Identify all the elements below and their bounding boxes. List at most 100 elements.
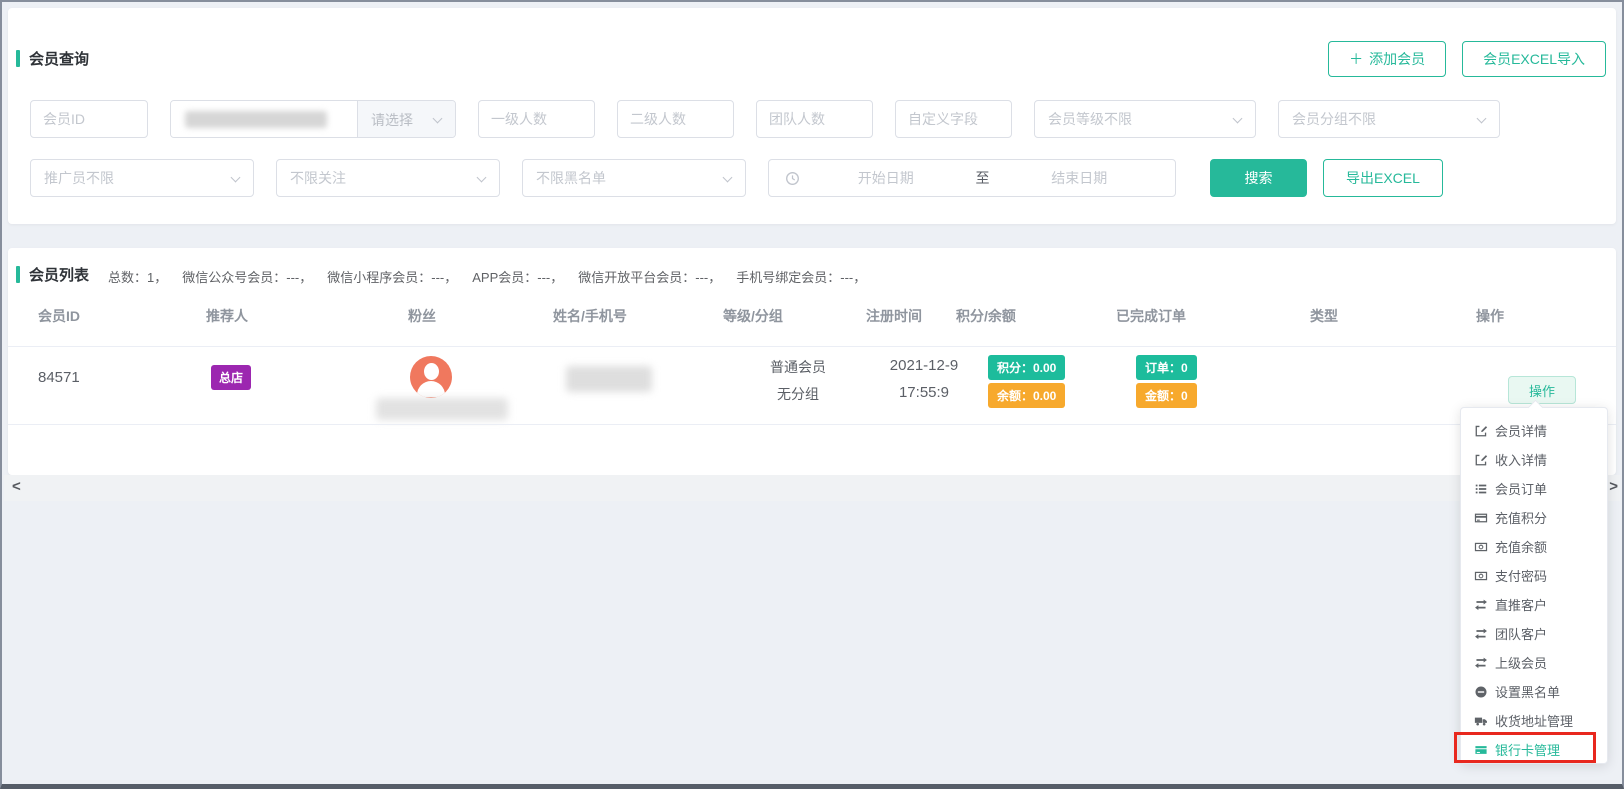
action-menu-item[interactable]: 会员订单	[1461, 474, 1607, 503]
table-header-divider	[8, 346, 1616, 347]
column-header-actions: 操作	[1476, 306, 1504, 326]
section-accent-bar	[16, 50, 20, 67]
keyword-type-select[interactable]: 请选择	[357, 101, 455, 138]
keyword-input-redacted[interactable]	[171, 101, 357, 137]
orders-badge: 订单：0	[1136, 355, 1197, 380]
truck-icon	[1474, 714, 1488, 728]
search-button[interactable]: 搜索	[1210, 159, 1307, 197]
keyword-composite-field: 请选择	[170, 100, 456, 138]
team-count-input[interactable]	[756, 100, 873, 138]
search-title-text: 会员查询	[29, 48, 89, 69]
action-menu-item-label: 直推客户	[1495, 595, 1547, 614]
end-date-placeholder[interactable]: 结束日期	[994, 168, 1166, 188]
action-menu-item-label: 收入详情	[1495, 450, 1547, 469]
chevron-down-icon	[477, 173, 487, 183]
action-menu-item[interactable]: 充值余额	[1461, 532, 1607, 561]
swap-icon	[1474, 627, 1488, 641]
stat-item: 总数：1，	[108, 270, 167, 285]
export-excel-button[interactable]: 导出EXCEL	[1323, 159, 1443, 197]
follow-select[interactable]: 不限关注	[276, 159, 500, 197]
member-stats: 总数：1， 微信公众号会员：---， 微信小程序会员：---， APP会员：---， 微…	[108, 267, 881, 286]
excel-import-button[interactable]: 会员EXCEL导入	[1462, 41, 1606, 77]
header-buttons: ＋ 添加会员 会员EXCEL导入	[1328, 41, 1606, 77]
blacklist-select[interactable]: 不限黑名单	[522, 159, 746, 197]
avatar-person-icon	[424, 363, 439, 380]
balance-badge: 余额：0.00	[988, 383, 1065, 408]
action-menu-item[interactable]: 上级会员	[1461, 648, 1607, 677]
action-menu-item[interactable]: 支付密码	[1461, 561, 1607, 590]
chevron-down-icon	[231, 173, 241, 183]
scroll-left-icon[interactable]: <	[12, 478, 21, 495]
swap-icon	[1474, 656, 1488, 670]
action-menu-item[interactable]: 收入详情	[1461, 445, 1607, 474]
money-icon	[1474, 540, 1488, 554]
column-header-member-id: 会员ID	[38, 306, 80, 326]
action-menu-item-label: 团队客户	[1495, 624, 1547, 643]
column-header-fans: 粉丝	[408, 306, 436, 326]
action-menu-item-label: 设置黑名单	[1495, 682, 1560, 701]
filter-row-1: 请选择 会员等级不限 会员分组不限	[30, 100, 1500, 138]
swap-icon	[1474, 598, 1488, 612]
money-icon	[1474, 569, 1488, 583]
stat-item: 微信开放平台会员：---，	[578, 270, 721, 285]
action-menu-item-label: 支付密码	[1495, 566, 1547, 585]
register-date-cell: 2021-12-9	[874, 357, 974, 374]
referrer-badge: 总店	[211, 365, 251, 390]
edit-icon	[1474, 424, 1488, 438]
member-id-cell: 84571	[38, 369, 80, 386]
column-header-points: 积分/余额	[956, 306, 1016, 326]
action-menu-item[interactable]: 充值积分	[1461, 503, 1607, 532]
redacted-name-phone	[566, 366, 652, 392]
member-level-cell: 普通会员	[748, 357, 848, 377]
ban-icon	[1474, 685, 1488, 699]
add-member-label: 添加会员	[1369, 49, 1425, 69]
column-header-type: 类型	[1310, 306, 1338, 326]
start-date-placeholder[interactable]: 开始日期	[800, 168, 972, 188]
level1-count-input[interactable]	[478, 100, 595, 138]
member-search-card: 会员查询 ＋ 添加会员 会员EXCEL导入 请选择	[8, 8, 1616, 224]
column-header-reg-time: 注册时间	[866, 306, 922, 326]
column-header-referrer: 推荐人	[206, 306, 248, 326]
action-menu-item-label: 充值余额	[1495, 537, 1547, 556]
action-menu-item-label: 收货地址管理	[1495, 711, 1573, 730]
custom-field-input[interactable]	[895, 100, 1012, 138]
action-menu-item-label: 充值积分	[1495, 508, 1547, 527]
action-menu-item[interactable]: 设置黑名单	[1461, 677, 1607, 706]
register-time-cell: 17:55:9	[874, 384, 974, 401]
row-action-button[interactable]: 操作	[1508, 376, 1576, 404]
column-header-name-phone: 姓名/手机号	[553, 306, 627, 326]
member-admin-window: 会员查询 ＋ 添加会员 会员EXCEL导入 请选择	[0, 0, 1624, 789]
redacted-nickname	[376, 398, 508, 420]
promoter-select[interactable]: 推广员不限	[30, 159, 254, 197]
filter-row-2: 推广员不限 不限关注 不限黑名单 开始日期 至 结束日期 搜索 导出EXCEL	[30, 159, 1443, 197]
action-menu-item[interactable]: 收货地址管理	[1461, 706, 1607, 735]
action-menu-item[interactable]: 会员详情	[1461, 416, 1607, 445]
action-menu-item-label: 会员订单	[1495, 479, 1547, 498]
add-member-button[interactable]: ＋ 添加会员	[1328, 41, 1446, 77]
stat-item: 微信小程序会员：---，	[327, 270, 457, 285]
stat-item: 微信公众号会员：---，	[182, 270, 312, 285]
chevron-down-icon	[433, 114, 443, 124]
chevron-down-icon	[723, 173, 733, 183]
stat-item: APP会员：---，	[472, 270, 563, 285]
action-menu-item-label: 上级会员	[1495, 653, 1547, 672]
member-level-select[interactable]: 会员等级不限	[1034, 100, 1256, 138]
action-menu-item[interactable]: 团队客户	[1461, 619, 1607, 648]
list-title-text: 会员列表	[29, 264, 89, 285]
scroll-right-icon[interactable]: >	[1609, 478, 1618, 495]
register-date-range-picker[interactable]: 开始日期 至 结束日期	[768, 159, 1176, 197]
highlight-annotation-box	[1454, 732, 1596, 763]
action-menu-item-label: 会员详情	[1495, 421, 1547, 440]
chevron-down-icon	[1477, 114, 1487, 124]
stat-item: 手机号绑定会员：---，	[736, 270, 866, 285]
member-group-select[interactable]: 会员分组不限	[1278, 100, 1500, 138]
column-header-orders: 已完成订单	[1116, 306, 1186, 326]
chevron-down-icon	[1233, 114, 1243, 124]
action-menu-item[interactable]: 直推客户	[1461, 590, 1607, 619]
plus-icon: ＋	[1349, 49, 1363, 69]
clock-icon	[785, 171, 800, 186]
card-icon	[1474, 511, 1488, 525]
date-to-label: 至	[972, 168, 994, 188]
level2-count-input[interactable]	[617, 100, 734, 138]
member-id-input[interactable]	[30, 100, 148, 138]
